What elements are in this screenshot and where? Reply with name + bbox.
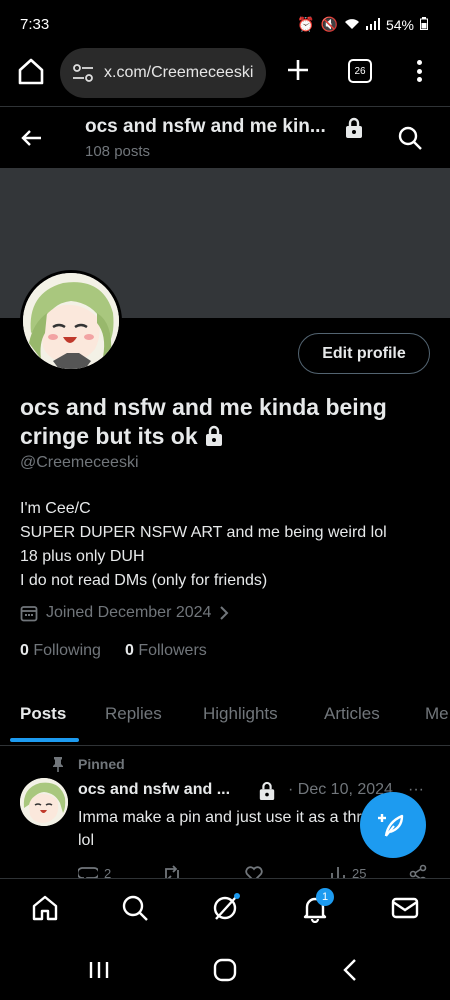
divider [0, 106, 450, 107]
following-label: Following [33, 642, 101, 659]
system-navigation-bar [0, 940, 450, 1000]
battery-icon [420, 16, 428, 33]
tab-posts[interactable]: Posts [20, 704, 66, 724]
wifi-icon [344, 17, 360, 33]
address-bar[interactable]: x.com/Creemeceeski [60, 48, 266, 98]
nav-home[interactable] [30, 893, 60, 923]
grok-icon [213, 893, 240, 920]
bio-line: 18 plus only DUH [20, 548, 145, 565]
recents-icon [89, 962, 109, 978]
pinned-label: Pinned [78, 756, 125, 772]
edit-profile-button[interactable]: Edit profile [298, 333, 430, 374]
followers-label: Followers [138, 642, 207, 659]
following-link[interactable]: 0 Following [20, 642, 101, 660]
home-icon [32, 895, 58, 921]
bio-line: I'm Cee/C [20, 500, 91, 517]
new-tab-button[interactable] [284, 56, 312, 84]
lock-icon [344, 117, 364, 139]
status-icons: ⏰ 🔇 54% [297, 16, 428, 33]
chevron-left-icon [343, 959, 356, 981]
profile-avatar[interactable] [20, 270, 122, 372]
plus-icon [288, 60, 308, 80]
arrow-left-icon [21, 130, 41, 146]
browser-toolbar: x.com/Creemeceeski 26 [0, 46, 450, 106]
alarm-icon: ⏰ [297, 16, 315, 32]
home-icon [18, 58, 44, 85]
url-text: x.com/Creemeceeski [104, 64, 254, 81]
pin-icon [52, 756, 64, 772]
mute-icon: 🔇 [320, 16, 338, 32]
tab-articles[interactable]: Articles [324, 704, 380, 724]
calendar-icon [20, 606, 38, 622]
battery-percent: 54% [385, 16, 414, 33]
search-icon [122, 895, 148, 921]
tab-replies[interactable]: Replies [105, 704, 162, 724]
search-button[interactable] [396, 124, 424, 152]
profile-handle: @Creemeceeski [20, 454, 139, 471]
following-count: 0 [20, 642, 29, 659]
tab-media[interactable]: Me [425, 704, 449, 724]
compose-feather-icon [378, 814, 404, 837]
profile-display-name: ocs and nsfw and me kinda being cringe b… [20, 393, 430, 451]
mail-icon [391, 897, 419, 919]
nav-explore[interactable] [120, 893, 150, 923]
back-button[interactable] [18, 124, 46, 152]
bio-line: I do not read DMs (only for friends) [20, 572, 268, 589]
system-home-button[interactable] [213, 958, 237, 987]
bottom-navigation [0, 878, 450, 938]
followers-link[interactable]: 0 Followers [125, 642, 207, 660]
recents-button[interactable] [88, 960, 112, 985]
active-tab-indicator [10, 738, 79, 742]
status-bar: 7:33 ⏰ 🔇 54% [0, 0, 450, 46]
more-vertical-icon [416, 60, 422, 65]
site-settings-icon[interactable] [72, 64, 94, 82]
post-text: Imma make a pin and just use it as a thr… [78, 809, 389, 849]
divider [0, 745, 450, 746]
nav-grok[interactable] [210, 893, 240, 923]
status-time: 7:33 [20, 16, 50, 33]
search-icon [398, 126, 422, 150]
post-author-name[interactable]: ocs and nsfw and ... [78, 781, 230, 799]
followers-count: 0 [124, 642, 134, 659]
nav-messages[interactable] [390, 893, 420, 923]
chevron-right-icon [220, 606, 229, 620]
joined-date-row[interactable]: Joined December 2024 [20, 604, 229, 622]
tab-switcher-button[interactable]: 26 [348, 59, 372, 83]
browser-menu-button[interactable] [410, 56, 428, 86]
notification-badge: 1 [316, 888, 334, 906]
header-title: ocs and nsfw and me kin... [85, 116, 326, 137]
lock-icon [258, 781, 276, 801]
protected-lock-icon [204, 425, 224, 447]
profile-bio: I'm Cee/C SUPER DUPER NSFW ART and me be… [20, 497, 440, 593]
post-author-avatar[interactable] [20, 778, 68, 826]
header-post-count: 108 posts [85, 143, 151, 160]
avatar-illustration [20, 778, 68, 826]
home-circle-icon [213, 958, 237, 982]
joined-date: Joined December 2024 [46, 604, 212, 621]
avatar-illustration [23, 273, 119, 369]
bio-line: SUPER DUPER NSFW ART and me being weird … [20, 524, 387, 541]
tab-highlights[interactable]: Highlights [203, 704, 278, 724]
browser-home-button[interactable] [14, 54, 48, 88]
follow-stats: 0 Following 0 Followers [20, 642, 207, 660]
signal-icon [365, 17, 380, 33]
compose-post-button[interactable] [360, 792, 426, 858]
system-back-button[interactable] [340, 958, 360, 987]
